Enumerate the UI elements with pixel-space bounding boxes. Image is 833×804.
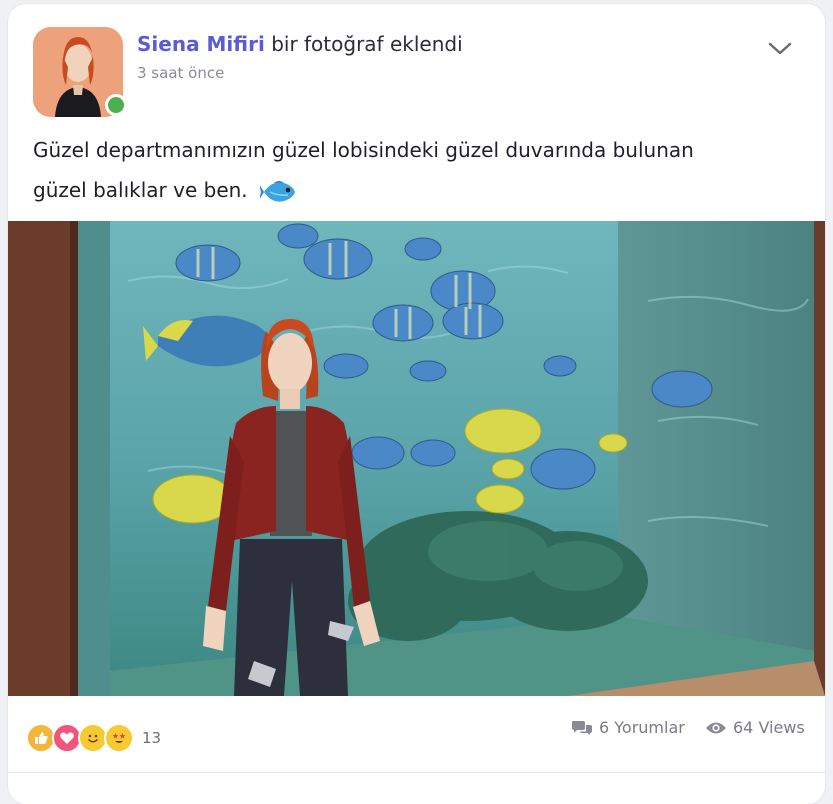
reactions-summary[interactable]: 13 [26,723,162,753]
comments-icon [572,720,592,735]
views-count: 64 Views [733,718,805,737]
post-timestamp[interactable]: 3 saat önce [137,64,224,82]
post-text-line: Güzel departmanımızın güzel lobisindeki … [33,138,694,162]
aquarium-photo [8,221,825,696]
divider [8,772,825,773]
post-card: Siena Mifiri bir fotoğraf eklendi 3 saat… [8,4,825,804]
views-stat: 64 Views [705,718,805,737]
eye-icon [706,722,726,733]
online-status-dot [105,94,127,116]
post-text-line-2: güzel balıklar ve ben. [33,170,803,210]
comments-link[interactable]: 6 Yorumlar [571,718,685,737]
post-options-button[interactable] [766,36,794,60]
chevron-down-icon [768,42,792,55]
reaction-count: 13 [142,729,162,747]
star-eyes-icon [104,723,134,753]
post-photo[interactable] [8,221,825,696]
post-text-line: güzel balıklar ve ben. [33,178,248,202]
post-action-text: bir fotoğraf eklendi [271,32,463,56]
author-name-link[interactable]: Siena Mifiri [137,32,265,56]
comments-count: 6 Yorumlar [599,718,685,737]
fish-icon [260,180,296,202]
post-text: Güzel departmanımızın güzel lobisindeki … [33,130,803,210]
post-header: Siena Mifiri bir fotoğraf eklendi [137,32,463,56]
